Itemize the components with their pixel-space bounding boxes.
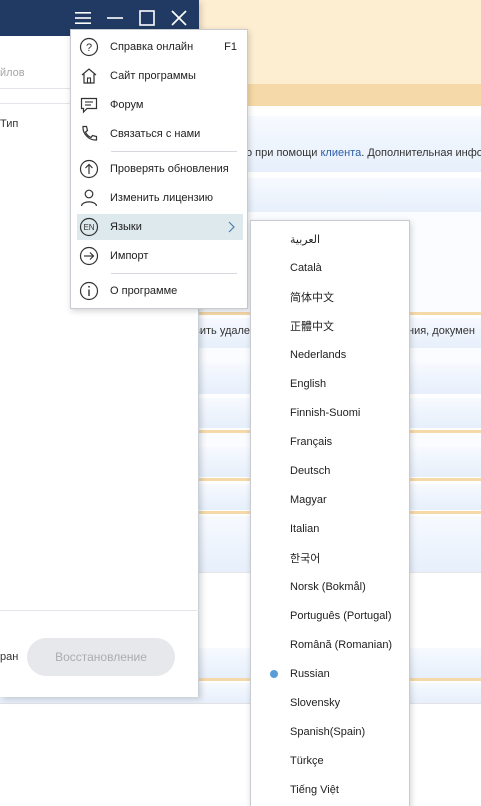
- web-text-line: о при помощи клиента. Дополнительная инф…: [246, 147, 481, 159]
- user-icon: [77, 186, 101, 210]
- language-label: 简体中文: [290, 292, 334, 304]
- language-label: Português (Portugal): [290, 610, 392, 622]
- menu-item-label: Изменить лицензию: [110, 192, 214, 204]
- divider: [0, 610, 199, 611]
- language-label: Slovensky: [290, 697, 341, 709]
- language-label: 正體中文: [290, 321, 334, 333]
- language-label: Română (Romanian): [290, 639, 393, 651]
- language-label: Türkçe: [290, 755, 324, 767]
- language-item-dutch[interactable]: Nederlands: [251, 344, 409, 366]
- language-item-german[interactable]: Deutsch: [251, 460, 409, 482]
- chevron-right-icon: [228, 221, 235, 236]
- menu-item-forum[interactable]: Форум: [77, 92, 243, 118]
- language-item-hungarian[interactable]: Magyar: [251, 489, 409, 511]
- language-item-romanian[interactable]: Română (Romanian): [251, 634, 409, 656]
- update-icon: [77, 157, 101, 181]
- language-item-slovak[interactable]: Slovensky: [251, 692, 409, 714]
- menu-item-label: Импорт: [110, 250, 149, 262]
- menu-item-website[interactable]: Сайт программы: [77, 63, 243, 89]
- language-label: Tiếng Việt: [290, 784, 339, 796]
- language-label: Norsk (Bokmål): [290, 581, 366, 593]
- language-item-portuguese[interactable]: Português (Portugal): [251, 605, 409, 627]
- language-item-spanish[interactable]: Spanish(Spain): [251, 721, 409, 743]
- home-icon: [77, 64, 101, 88]
- menu-divider: [111, 273, 237, 274]
- language-item-italian[interactable]: Italian: [251, 518, 409, 540]
- menu-item-label: Проверять обновления: [110, 163, 229, 175]
- menu-divider: [111, 151, 237, 152]
- language-item-english[interactable]: English: [251, 373, 409, 395]
- svg-text:?: ?: [86, 42, 92, 54]
- menu-item-check-updates[interactable]: Проверять обновления: [77, 156, 243, 182]
- language-label: Català: [290, 262, 322, 274]
- menu-item-import[interactable]: Импорт: [77, 243, 243, 269]
- menu-item-label: Форум: [110, 99, 144, 111]
- language-item-turkish[interactable]: Türkçe: [251, 750, 409, 772]
- maximize-icon: [139, 10, 155, 26]
- restore-button[interactable]: Восстановление: [27, 638, 175, 676]
- minimize-button[interactable]: [103, 6, 127, 30]
- close-button[interactable]: [167, 6, 191, 30]
- language-item-french[interactable]: Français: [251, 431, 409, 453]
- screen-label: ран: [0, 651, 19, 663]
- web-text: . Дополнительная инфо: [361, 147, 481, 159]
- language-label: Finnish-Suomi: [290, 407, 361, 419]
- language-item-russian[interactable]: Russian: [251, 663, 409, 685]
- phone-icon: [77, 122, 101, 146]
- web-text: о при помощи: [246, 147, 321, 159]
- menu-item-label: Справка онлайн: [110, 41, 194, 53]
- column-header-type[interactable]: Тип: [0, 118, 18, 130]
- language-icon: EN: [77, 215, 101, 239]
- language-item-catalan[interactable]: Català: [251, 257, 409, 279]
- minimize-icon: [107, 17, 123, 19]
- main-menu: ? Справка онлайн F1 Сайт программы Форум…: [70, 29, 248, 309]
- client-link[interactable]: клиента: [320, 147, 361, 159]
- language-label: Magyar: [290, 494, 327, 506]
- language-item-korean[interactable]: 한국어: [251, 547, 409, 569]
- help-icon: ?: [77, 35, 101, 59]
- web-text: вить удале: [194, 325, 251, 337]
- menu-item-label: О программе: [110, 285, 178, 297]
- language-label: Spanish(Spain): [290, 726, 366, 738]
- menu-item-about[interactable]: О программе: [77, 278, 243, 304]
- import-icon: [77, 244, 101, 268]
- forum-icon: [77, 93, 101, 117]
- languages-submenu: العربية Català 简体中文 正體中文 Nederlands Engl…: [250, 220, 410, 806]
- language-item-traditional-chinese[interactable]: 正體中文: [251, 315, 409, 337]
- maximize-button[interactable]: [135, 6, 159, 30]
- language-item-finnish[interactable]: Finnish-Suomi: [251, 402, 409, 424]
- menu-button[interactable]: [71, 6, 95, 30]
- language-icon-text: EN: [83, 223, 94, 232]
- menu-item-help-online[interactable]: ? Справка онлайн F1: [77, 34, 243, 60]
- language-label: Nederlands: [290, 349, 347, 361]
- info-icon: [77, 279, 101, 303]
- language-item-vietnamese[interactable]: Tiếng Việt: [251, 779, 409, 801]
- web-text: ния, докумен: [408, 325, 475, 337]
- menu-item-languages[interactable]: EN Языки: [77, 214, 243, 240]
- language-label: 한국어: [290, 553, 321, 565]
- shortcut-label: F1: [224, 41, 237, 53]
- language-item-simplified-chinese[interactable]: 简体中文: [251, 286, 409, 308]
- menu-item-change-license[interactable]: Изменить лицензию: [77, 185, 243, 211]
- language-label: Français: [290, 436, 333, 448]
- language-item-norwegian[interactable]: Norsk (Bokmål): [251, 576, 409, 598]
- menu-item-label: Языки: [110, 221, 142, 233]
- menu-item-label: Сайт программы: [110, 70, 196, 82]
- menu-item-contact[interactable]: Связаться с нами: [77, 121, 243, 147]
- language-label: Italian: [290, 523, 320, 535]
- menu-item-label: Связаться с нами: [110, 128, 201, 140]
- language-label: Russian: [290, 668, 330, 680]
- language-label: Deutsch: [290, 465, 331, 477]
- language-label: English: [290, 378, 327, 390]
- language-label: العربية: [290, 233, 321, 246]
- close-icon: [171, 10, 187, 26]
- language-item-arabic[interactable]: العربية: [251, 228, 409, 250]
- hamburger-icon: [75, 12, 91, 24]
- selected-indicator: [270, 670, 278, 678]
